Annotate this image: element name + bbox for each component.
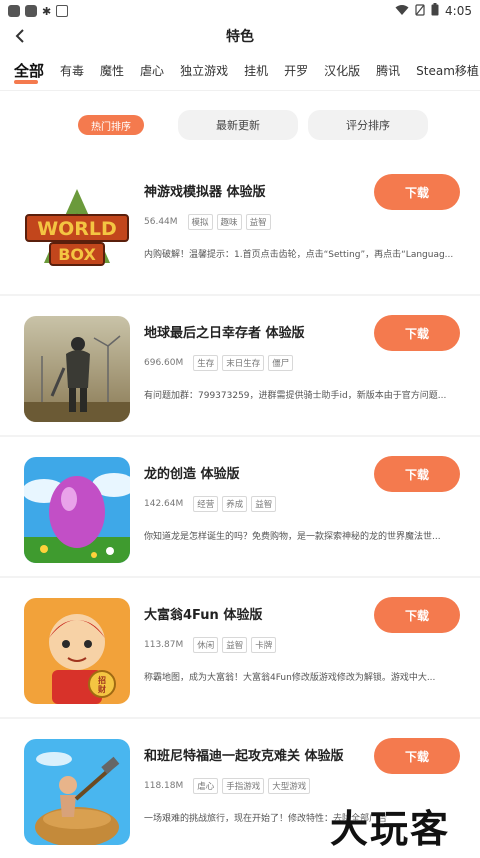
sort-latest-button[interactable]: 最新更新 bbox=[178, 110, 298, 140]
game-card[interactable]: 招 财 大富翁4Fun 体验版 113.87M 休闲 益智 卡牌 称霸地图，成为… bbox=[0, 578, 480, 719]
game-tag: 养成 bbox=[222, 496, 248, 512]
game-tag: 益智 bbox=[251, 496, 277, 512]
tab-steam-port[interactable]: Steam移植 bbox=[408, 62, 480, 79]
watermark-logo: 大玩客 bbox=[330, 807, 451, 851]
game-size: 142.64M bbox=[144, 499, 184, 509]
game-thumbnail bbox=[24, 739, 130, 845]
download-button[interactable]: 下载 bbox=[374, 738, 460, 774]
game-tag: 僵尸 bbox=[268, 355, 294, 371]
game-card[interactable]: WORLD BOX 神游戏模拟器 体验版 56.44M 模拟 趣味 益智 内购破… bbox=[0, 155, 480, 296]
game-description: 称霸地图，成为大富翁！大富翁4Fun修改版游戏修改为解锁。游戏中大... bbox=[144, 673, 436, 683]
game-tag: 休闲 bbox=[193, 637, 219, 653]
game-tag: 大型游戏 bbox=[268, 778, 311, 794]
game-size: 696.60M bbox=[144, 358, 184, 368]
game-thumbnail: 招 财 bbox=[24, 598, 130, 704]
game-thumbnail: WORLD BOX bbox=[24, 175, 130, 281]
thumb-text: 招 bbox=[98, 675, 106, 685]
sort-options: 热门排序 最新更新 评分排序 bbox=[0, 95, 480, 155]
tab-localized[interactable]: 汉化版 bbox=[316, 62, 368, 79]
download-button[interactable]: 下载 bbox=[374, 174, 460, 210]
tab-indie[interactable]: 独立游戏 bbox=[172, 62, 236, 79]
back-arrow-icon bbox=[15, 29, 24, 43]
tab-idle[interactable]: 挂机 bbox=[236, 62, 276, 79]
wifi-icon bbox=[395, 4, 409, 19]
game-meta: 118.18M 虐心 手指游戏 大型游戏 bbox=[144, 778, 311, 794]
game-title: 大富翁4Fun 体验版 bbox=[144, 608, 263, 623]
game-title: 和班尼特福迪一起攻克难关 体验版 bbox=[144, 749, 344, 764]
game-description: 内购破解！温馨提示：1.首页点击齿轮，点击“Setting”，再点击“Langu… bbox=[144, 250, 454, 260]
app-notification-icon bbox=[25, 5, 37, 17]
game-title: 龙的创造 体验版 bbox=[144, 467, 240, 482]
game-description: 你知道龙是怎样诞生的吗？免费购物，是一款探索神秘的龙的世界魔法世... bbox=[144, 532, 441, 542]
game-tag: 趣味 bbox=[216, 214, 242, 230]
page-title: 特色 bbox=[226, 29, 254, 45]
game-size: 113.87M bbox=[144, 640, 184, 650]
game-thumbnail bbox=[24, 457, 130, 563]
game-tag: 益智 bbox=[245, 214, 271, 230]
back-button[interactable] bbox=[8, 24, 32, 48]
active-tab-indicator bbox=[14, 80, 38, 84]
game-meta: 113.87M 休闲 益智 卡牌 bbox=[144, 637, 277, 653]
game-tag: 虐心 bbox=[193, 778, 219, 794]
battery-icon bbox=[431, 3, 439, 19]
clock: 4:05 bbox=[445, 4, 472, 18]
image-icon bbox=[56, 5, 69, 17]
game-size: 56.44M bbox=[144, 217, 178, 227]
navigation-bar: 特色 bbox=[0, 22, 480, 50]
download-button[interactable]: 下载 bbox=[374, 456, 460, 492]
game-meta: 56.44M 模拟 趣味 益智 bbox=[144, 214, 271, 230]
app-notification-icon bbox=[8, 5, 20, 17]
game-list: WORLD BOX 神游戏模拟器 体验版 56.44M 模拟 趣味 益智 内购破… bbox=[0, 155, 480, 858]
thumb-text: WORLD bbox=[37, 218, 117, 240]
tab-kairo[interactable]: 开罗 bbox=[276, 62, 316, 79]
sort-rating-button[interactable]: 评分排序 bbox=[308, 110, 428, 140]
sort-hot-button[interactable]: 热门排序 bbox=[78, 115, 144, 135]
download-button[interactable]: 下载 bbox=[374, 315, 460, 351]
download-button[interactable]: 下载 bbox=[374, 597, 460, 633]
game-tag: 生存 bbox=[193, 355, 219, 371]
game-card[interactable]: 龙的创造 体验版 142.64M 经营 养成 益智 你知道龙是怎样诞生的吗？免费… bbox=[0, 437, 480, 578]
game-size: 118.18M bbox=[144, 781, 184, 791]
game-tag: 益智 bbox=[222, 637, 248, 653]
thumb-text: BOX bbox=[58, 245, 96, 264]
no-sim-icon bbox=[415, 3, 425, 19]
tab-magic[interactable]: 魔性 bbox=[92, 62, 132, 79]
game-tag: 卡牌 bbox=[251, 637, 277, 653]
game-thumbnail bbox=[24, 316, 130, 422]
game-tag: 末日生存 bbox=[222, 355, 265, 371]
notification-icons: ✱ bbox=[8, 4, 69, 18]
bug-icon: ✱ bbox=[42, 4, 52, 18]
game-meta: 696.60M 生存 末日生存 僵尸 bbox=[144, 355, 294, 371]
tab-tencent[interactable]: 腾讯 bbox=[368, 62, 408, 79]
status-bar: ✱ 4:05 bbox=[0, 0, 480, 22]
game-description: 有问题加群：799373259，进群需提供骑士助手id，新版本由于官方问题... bbox=[144, 391, 447, 401]
game-card[interactable]: 地球最后之日幸存者 体验版 696.60M 生存 末日生存 僵尸 有问题加群：7… bbox=[0, 296, 480, 437]
tab-all[interactable]: 全部 bbox=[8, 60, 52, 81]
game-tag: 手指游戏 bbox=[222, 778, 265, 794]
tab-painful[interactable]: 虐心 bbox=[132, 62, 172, 79]
game-title: 地球最后之日幸存者 体验版 bbox=[144, 326, 305, 341]
category-tabs: 全部 有毒 魔性 虐心 独立游戏 挂机 开罗 汉化版 腾讯 Steam移植 bbox=[0, 50, 480, 91]
tab-toxic[interactable]: 有毒 bbox=[52, 62, 92, 79]
game-tag: 模拟 bbox=[187, 214, 213, 230]
game-title: 神游戏模拟器 体验版 bbox=[144, 185, 266, 200]
game-tag: 经营 bbox=[193, 496, 219, 512]
thumb-text: 财 bbox=[97, 684, 106, 694]
game-meta: 142.64M 经营 养成 益智 bbox=[144, 496, 277, 512]
